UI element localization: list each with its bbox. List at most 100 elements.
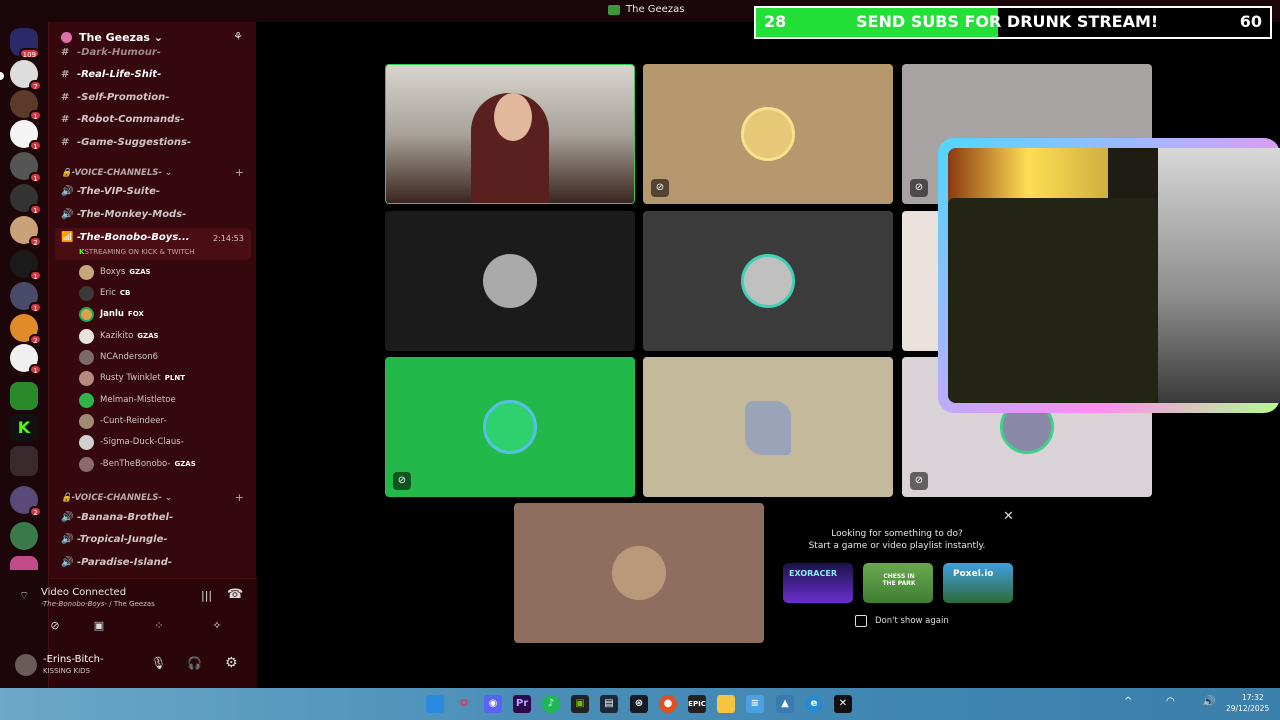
capcut-icon[interactable]: ✕ [834, 695, 852, 713]
video-tile-user[interactable]: ⊘ [385, 357, 635, 497]
server-icon[interactable]: 1 [10, 282, 42, 313]
dont-show-checkbox[interactable] [855, 615, 867, 627]
voice-member[interactable]: Janlu FOX [79, 305, 144, 323]
server-icon[interactable]: 1 [10, 344, 42, 375]
channel-game-suggestions[interactable]: # -Game-Suggestions- [61, 137, 191, 148]
voice-channel-vip-suite[interactable]: 🔊 -The-VIP-Suite- [61, 186, 160, 197]
settings-gear-icon[interactable]: ⚙ [225, 655, 238, 671]
activities-button[interactable]: ⁘ [139, 619, 179, 637]
disconnect-icon[interactable]: ☎ [227, 587, 243, 602]
voice-member[interactable]: NCAnderson6 [79, 348, 158, 366]
headphones-icon[interactable]: 🎧 [187, 656, 202, 670]
direct-messages-button[interactable]: 109 [10, 28, 40, 59]
sub-goal-target: 60 [1239, 12, 1262, 31]
server-icon[interactable]: 1 [10, 120, 42, 151]
server-folder[interactable] [10, 446, 38, 476]
steam-link-icon[interactable]: ▤ [600, 695, 618, 713]
user-avatar [483, 400, 537, 454]
server-icon[interactable]: 2 [10, 486, 42, 517]
speaker-icon: 🔊 [61, 512, 74, 523]
server-icon[interactable]: 1 [10, 250, 42, 281]
camera-off-button[interactable]: ⊘ [35, 619, 75, 637]
video-tile-user[interactable] [643, 211, 893, 351]
voice-channel-monkey-mods[interactable]: 🔊 -The-Monkey-Mods- [61, 209, 186, 220]
speaker-icon: 🔊 [61, 186, 74, 197]
channel-robot-commands[interactable]: # -Robot-Commands- [61, 114, 184, 125]
voice-member[interactable]: Kazikito GZAS [79, 327, 159, 345]
voice-member[interactable]: Eric CB [79, 284, 130, 302]
chevron-down-icon: ⌄ [153, 31, 164, 44]
game-card-poxel[interactable]: Poxel.io [943, 563, 1013, 603]
channel-dark-humour[interactable]: # -Dark-Humour- [61, 47, 161, 58]
server-icon[interactable]: 7 [10, 60, 42, 91]
server-icon[interactable]: 1 [10, 184, 42, 215]
user-avatar[interactable] [15, 654, 37, 676]
server-icon[interactable] [10, 382, 38, 410]
avatar [79, 392, 94, 408]
voice-channel-bonobo-boys[interactable]: 📶 -The-Bonobo-Boys... [61, 232, 190, 243]
photos-icon[interactable]: ▲ [776, 695, 794, 713]
screen-share-button[interactable]: ▣ [79, 619, 119, 637]
dont-show-label: Don't show again [875, 616, 949, 626]
add-friend-icon[interactable]: ⚘ [233, 30, 243, 43]
windows-start-icon[interactable] [426, 695, 444, 713]
sub-goal-current: 28 [764, 12, 787, 31]
game-card-exoracer[interactable]: EXORACER [783, 563, 853, 603]
lock-icon: 🔒 [61, 168, 72, 178]
server-icon[interactable] [10, 556, 38, 570]
ea-icon[interactable]: ● [659, 695, 677, 713]
voice-member[interactable]: -BenTheBonobo- GZAS [79, 455, 196, 473]
voice-channel-tropical-jungle[interactable]: 🔊 -Tropical-Jungle- [61, 534, 168, 545]
server-icon[interactable]: 1 [10, 90, 42, 121]
video-tile-user[interactable] [514, 503, 764, 643]
kick-server-icon[interactable]: K [10, 414, 38, 442]
voice-channel-paradise-island[interactable]: 🔊 -Paradise-Island- [61, 557, 172, 568]
video-tile-user[interactable] [385, 211, 635, 351]
server-name[interactable]: The Geezas ⌄ [79, 31, 163, 44]
voice-member[interactable]: -Sigma-Duck-Claus- [79, 433, 184, 451]
avatar [79, 456, 94, 472]
voice-status-label[interactable]: Video Connected [41, 587, 126, 598]
epic-games-icon[interactable]: EPIC [688, 695, 706, 713]
close-icon[interactable]: ✕ [1003, 509, 1014, 524]
voice-category-2[interactable]: 🔓-VOICE-CHANNELS- ⌄ [61, 493, 172, 503]
server-icon[interactable]: 1 [10, 152, 42, 183]
channel-self-promotion[interactable]: # -Self-Promotion- [61, 92, 169, 103]
avatar [79, 264, 94, 280]
premiere-icon[interactable]: Pr [513, 695, 531, 713]
game-card-chess[interactable]: CHESS IN THE PARK [863, 563, 933, 603]
voice-member[interactable]: Melman-Mistletoe [79, 391, 176, 409]
clock-time[interactable]: 17:32 [1242, 693, 1264, 702]
microphone-icon[interactable]: 🎙 [151, 656, 166, 670]
discord-icon[interactable]: ◉ [484, 695, 502, 713]
tray-chevron-icon[interactable]: ^ [1124, 696, 1132, 707]
server-icon[interactable]: 2 [10, 216, 42, 247]
voice-category-1[interactable]: 🔒-VOICE-CHANNELS- ⌄ [61, 168, 172, 178]
nvidia-icon[interactable]: ▣ [571, 695, 589, 713]
channel-real-life-shit[interactable]: # -Real-Life-Shit- [61, 69, 161, 80]
soundboard-button[interactable]: ✧ [197, 619, 237, 637]
steam-icon[interactable]: ⊛ [630, 695, 648, 713]
file-explorer-icon[interactable] [717, 695, 735, 713]
edge-icon[interactable]: e [805, 695, 823, 713]
notepad-icon[interactable]: ≡ [746, 695, 764, 713]
voice-member[interactable]: Boxys GZAS [79, 263, 151, 281]
voice-member[interactable]: Rusty Twinklet PLNT [79, 369, 185, 387]
activity-suggestion: ✕ Looking for something to do? Start a g… [771, 503, 1023, 643]
video-tile-user[interactable]: ⊘ [643, 64, 893, 204]
add-channel-icon[interactable]: + [235, 491, 244, 504]
opera-icon[interactable]: O [455, 695, 473, 713]
server-icon[interactable] [10, 522, 38, 550]
user-name[interactable]: -Erins-Bitch- [43, 654, 104, 665]
volume-icon[interactable]: 🔊 [1202, 695, 1216, 708]
video-tile-streamer[interactable] [385, 64, 635, 204]
video-tile-user[interactable] [643, 357, 893, 497]
spotify-icon[interactable]: ♪ [542, 695, 560, 713]
voice-channel-banana-brothel[interactable]: 🔊 -Banana-Brothel- [61, 512, 173, 523]
clock-date[interactable]: 29/12/2025 [1226, 704, 1269, 713]
wifi-icon[interactable]: ◠ [1166, 696, 1175, 707]
server-icon[interactable]: 2 [10, 314, 42, 345]
noise-suppression-icon[interactable]: ||| [201, 589, 212, 602]
voice-member[interactable]: -Cunt-Reindeer- [79, 412, 167, 430]
add-channel-icon[interactable]: + [235, 166, 244, 179]
